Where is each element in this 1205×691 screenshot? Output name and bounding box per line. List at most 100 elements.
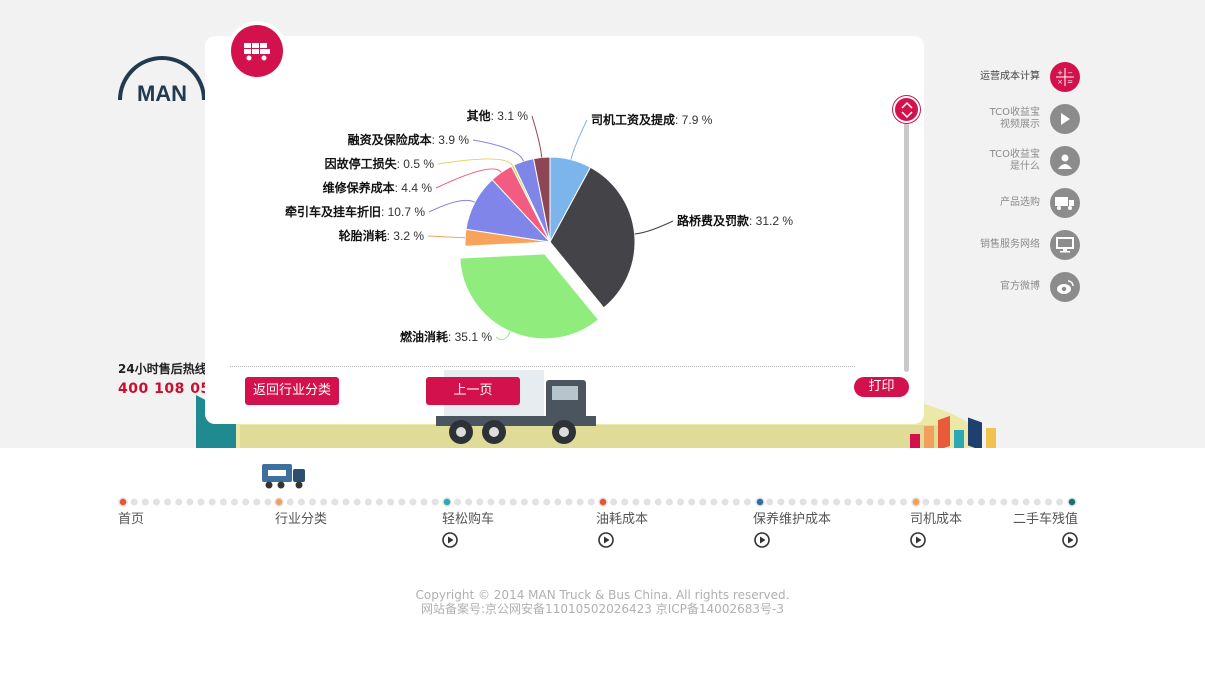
timeline-dot (543, 498, 551, 506)
timeline-step-purchase[interactable]: 轻松购车 (442, 508, 494, 527)
side-item-cost-calculator[interactable]: 运营成本计算 + − × = (960, 62, 1080, 92)
side-item-tco-about[interactable]: TCO收益宝 是什么 (960, 146, 1080, 176)
timeline-dot (966, 498, 974, 506)
timeline-dot (331, 498, 339, 506)
timeline-dot (922, 498, 930, 506)
timeline-truck-icon (262, 464, 305, 489)
side-item-label: TCO收益宝 是什么 (989, 149, 1040, 172)
play-icon[interactable] (598, 532, 614, 548)
timeline-dot (643, 498, 651, 506)
timeline-step-residual-value[interactable]: 二手车残值 (1013, 508, 1078, 527)
previous-page-button[interactable]: 上一页 (426, 377, 520, 405)
timeline-step-dot[interactable] (911, 497, 921, 507)
timeline-dot (409, 498, 417, 506)
man-logo[interactable]: MAN (118, 52, 206, 106)
timeline-dot (888, 498, 896, 506)
slice-label: 司机工资及提成: 7.9 % (591, 112, 713, 127)
scroll-handle[interactable] (893, 96, 920, 123)
timeline-dot (810, 498, 818, 506)
timeline-dot (375, 498, 383, 506)
timeline-dot (152, 498, 160, 506)
timeline-dot (766, 498, 774, 506)
timeline-dot (833, 498, 841, 506)
timeline-step-dot[interactable] (755, 497, 765, 507)
timeline-dot (1044, 498, 1052, 506)
timeline-dot (610, 498, 618, 506)
panel-scrollbar[interactable] (904, 122, 909, 372)
timeline-step-fuel-cost[interactable]: 油耗成本 (596, 508, 648, 527)
timeline-dot (743, 498, 751, 506)
weibo-icon (1050, 272, 1080, 302)
timeline-step-dot[interactable] (598, 497, 608, 507)
back-to-industry-button[interactable]: 返回行业分类 (245, 377, 339, 405)
play-icon[interactable] (442, 532, 458, 548)
timeline-dot (1033, 498, 1041, 506)
timeline-dot (398, 498, 406, 506)
timeline-dot (587, 498, 595, 506)
timeline-step-dot[interactable] (274, 497, 284, 507)
label-connector (427, 235, 466, 239)
timeline-dot (130, 498, 138, 506)
timeline-dot (721, 498, 729, 506)
slice-label: 路桥费及罚款: 31.2 % (677, 213, 793, 228)
timeline-dot (487, 498, 495, 506)
play-icon[interactable] (910, 532, 926, 548)
timeline-dot (520, 498, 528, 506)
timeline-dot (465, 498, 473, 506)
timeline-dot (732, 498, 740, 506)
svg-text:+: + (1057, 69, 1063, 77)
timeline-dot (431, 498, 439, 506)
timeline-dot (944, 498, 952, 506)
timeline-dot (1011, 498, 1019, 506)
label-connector (428, 199, 476, 213)
city-decoration (910, 410, 1010, 448)
svg-text:=: = (1067, 78, 1073, 86)
timeline-dot (955, 498, 963, 506)
timeline-dot (933, 498, 941, 506)
svg-text:−: − (1067, 69, 1073, 77)
monitor-icon (1050, 230, 1080, 260)
timeline-dot (1022, 498, 1030, 506)
timeline-step-dot[interactable] (1067, 497, 1077, 507)
slice-label: 融资及保险成本: 3.9 % (348, 132, 470, 147)
timeline-dot (621, 498, 629, 506)
timeline-step-dot[interactable] (442, 497, 452, 507)
timeline-dot (353, 498, 361, 506)
timeline-dot (454, 498, 461, 506)
side-item-tco-video[interactable]: TCO收益宝 视频展示 (960, 104, 1080, 134)
timeline-dot (866, 498, 874, 506)
timeline-dot (855, 498, 863, 506)
timeline-dot (186, 498, 194, 506)
chevron-updown-icon (900, 101, 913, 118)
timeline-dots (118, 497, 1077, 507)
play-icon[interactable] (1062, 532, 1078, 548)
slice-label: 维修保养成本: 4.4 % (323, 180, 433, 195)
copyright-text: Copyright © 2014 MAN Truck & Bus China. … (415, 588, 790, 602)
logo-text: MAN (137, 81, 187, 102)
truck-icon (1050, 188, 1080, 218)
timeline-dot (677, 498, 684, 506)
timeline-step-home[interactable]: 首页 (118, 508, 144, 527)
play-icon (1050, 104, 1080, 134)
icp-text: 网站备案号:京公网安备11010502026423 京ICP备14002683号… (421, 602, 784, 616)
timeline-dot (364, 498, 372, 506)
print-button[interactable]: 打印 (854, 377, 909, 397)
timeline-dot (420, 498, 428, 506)
side-item-service-network[interactable]: 销售服务网络 (960, 230, 1080, 260)
cost-pie-chart: 司机工资及提成: 7.9 % 路桥费及罚款: 31.2 % 燃油消耗: 35.1 %… (285, 108, 793, 344)
timeline-dot (989, 498, 997, 506)
truck-grid-icon (231, 25, 283, 77)
play-icon[interactable] (754, 532, 770, 548)
side-item-weibo[interactable]: 官方微博 (960, 272, 1080, 302)
timeline-step-driver-cost[interactable]: 司机成本 (910, 508, 962, 527)
footer: Copyright © 2014 MAN Truck & Bus China. … (0, 588, 1205, 616)
timeline-step-maintenance-cost[interactable]: 保养维护成本 (753, 508, 831, 527)
side-item-products[interactable]: 产品选购 (960, 188, 1080, 218)
timeline-step-industry[interactable]: 行业分类 (275, 508, 327, 527)
timeline-dot (710, 498, 718, 506)
timeline-step-dot[interactable] (118, 497, 128, 507)
svg-text:×: × (1057, 78, 1063, 86)
timeline-dot (509, 498, 517, 506)
timeline-dot (286, 498, 294, 506)
timeline-dot (1056, 498, 1064, 506)
